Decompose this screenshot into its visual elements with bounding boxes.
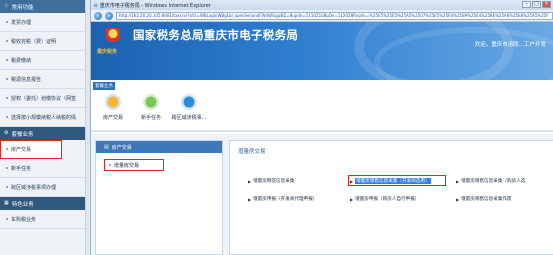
bullet-icon [6, 78, 8, 80]
bullet-icon [6, 186, 8, 188]
link-label: 增量房申报（开发商代理申报） [253, 197, 318, 202]
house-icon [105, 94, 121, 110]
bullet-icon [6, 167, 8, 169]
link-sales-collection-developer[interactable]: ▶ 增量房销售信息采集（开发商选用） [350, 178, 431, 184]
section-label: 常用功能 [11, 4, 34, 11]
item-label: 新手任务 [11, 165, 32, 172]
window-controls: – □ × [522, 1, 551, 8]
link-label: 增量房销售信息采集（购房人选 [461, 179, 526, 184]
section-package-business[interactable]: ⚙ 套餐业务 [0, 127, 85, 140]
triangle-right-icon: ▶ [456, 178, 460, 184]
sidebar-item-property-transaction[interactable]: 房产交易 [0, 140, 62, 159]
feature-newbie-tasks[interactable]: 新手任务 [133, 94, 169, 121]
link-declaration-developer[interactable]: ▶ 增量房申报（开发商代理申报） [248, 196, 318, 203]
sidebar-item-small-scale-taxpayer[interactable]: 选择按小规模纳税人纳税的情 [0, 108, 85, 127]
link-declaration-buyer[interactable]: ▶ 增量房申报（购房人自行申报） [350, 196, 420, 203]
back-icon[interactable]: ‹ [94, 11, 102, 20]
link-online-contract-collection[interactable]: ▶ 增量房网签信息采集 [248, 178, 295, 185]
triangle-right-icon: ▶ [248, 196, 252, 202]
item-label: 发票办理 [11, 19, 32, 26]
item-label: 税费缴纳 [11, 57, 32, 64]
close-icon[interactable]: × [542, 1, 551, 8]
package-feature-bar: 套餐业务 房产交易 新手任务 跨区域涉税事... [91, 80, 553, 132]
ie-logo-icon: e [94, 1, 98, 9]
bullet-icon [6, 97, 8, 99]
item-label: 增量房交易 [114, 162, 140, 169]
site-subtitle: 重庆税务 [97, 49, 118, 55]
item-label: 车购税业务 [11, 216, 37, 223]
window-titlebar[interactable]: e 重庆市电子税务局 - Windows Internet Explorer –… [91, 0, 553, 10]
sub-menu-panel: ▤ 房产交易 增量房交易 [95, 140, 223, 255]
link-sales-collection-buyer[interactable]: ▶ 增量房销售信息采集（购房人选 [456, 178, 526, 185]
section-label: 特色业务 [11, 201, 34, 208]
sidebar-item-tax-payment[interactable]: 税费缴纳 [0, 51, 85, 70]
maximize-icon[interactable]: □ [532, 1, 541, 8]
link-sales-collection-void[interactable]: ▶ 增量房销售信息采集作废 [456, 196, 512, 203]
minimize-icon[interactable]: – [522, 1, 531, 8]
address-bar-row: ‹ › http://162.20.20.105:8081/taxsrv/?sf… [91, 10, 553, 22]
content-area: ▤ 房产交易 增量房交易 增量房交易 ▶ 增量房网签信息采集 ▶ 增量房销售信息… [91, 134, 553, 255]
section-label: 套餐业务 [11, 131, 34, 138]
bullet-icon [6, 59, 8, 61]
sidebar-item-vehicle-tax[interactable]: 车购税业务 [0, 210, 85, 229]
sub-menu-header[interactable]: ▤ 房产交易 [96, 141, 222, 153]
item-label: 房产交易 [11, 146, 32, 153]
item-label: 税源信息报告 [11, 76, 42, 83]
sidebar-item-tax-source-report[interactable]: 税源信息报告 [0, 70, 85, 89]
address-input[interactable]: http://162.20.20.105:8081/taxsrv/?sfct=W… [116, 11, 553, 20]
site-banner: 重庆税务 国家税务总局重庆市电子税务局 欢迎，重庆市涪陵...工户开发 [91, 22, 553, 80]
grid-icon: ▤ [104, 144, 109, 150]
triangle-right-icon: ▶ [248, 178, 252, 184]
link-label: 增量房申报（购房人自行申报） [355, 197, 420, 202]
welcome-text[interactable]: 欢迎，重庆市涪陵...工户开发 [475, 40, 546, 48]
item-label: 跨区域涉税事项办理 [11, 184, 57, 191]
item-label: 授权（委托）划缴协议（网签 [11, 95, 77, 102]
gear-icon: ⚙ [4, 130, 9, 136]
sidebar-item-newbie-tasks[interactable]: 新手任务 [0, 159, 85, 178]
left-sidebar: ☆ 常用功能 发票办理 税收完税（费）证明 税费缴纳 税源信息报告 授权（委托）… [0, 0, 86, 255]
sidebar-item-debit-agreement[interactable]: 授权（委托）划缴协议（网签 [0, 89, 85, 108]
feature-cross-region[interactable]: 跨区域涉税事... [171, 94, 207, 121]
panel-title: 增量房交易 [238, 149, 266, 155]
main-panel: 增量房交易 ▶ 增量房网签信息采集 ▶ 增量房销售信息采集（开发商选用） ▶ 增… [229, 140, 553, 255]
triangle-right-icon: ▶ [350, 196, 354, 202]
feature-label: 房产交易 [102, 115, 123, 121]
sidebar-item-cross-region-tax[interactable]: 跨区域涉税事项办理 [0, 178, 85, 197]
section-special-business[interactable]: ▦ 特色业务 [0, 197, 85, 210]
grid-icon: ▦ [4, 200, 9, 206]
bullet-icon [109, 164, 111, 166]
feature-label: 新手任务 [140, 115, 161, 121]
feature-property-transaction[interactable]: 房产交易 [95, 94, 131, 121]
forward-icon[interactable]: › [105, 11, 113, 20]
refresh-icon [181, 94, 197, 110]
triangle-right-icon: ▶ [350, 178, 354, 184]
star-icon: ☆ [4, 3, 9, 9]
site-title: 国家税务总局重庆市电子税务局 [133, 28, 299, 42]
item-label: 选择按小规模纳税人纳税的情 [11, 114, 77, 121]
bullet-icon [6, 148, 8, 150]
browser-window: e 重庆市电子税务局 - Windows Internet Explorer –… [90, 0, 553, 255]
sub-menu-item-incremental-housing[interactable]: 增量房交易 [104, 159, 164, 171]
item-label: 税收完税（费）证明 [11, 38, 57, 45]
feature-label: 跨区域涉税事... [171, 115, 207, 121]
triangle-right-icon: ▶ [456, 196, 460, 202]
link-label: 增量房销售信息采集作废 [461, 197, 512, 202]
link-label: 增量房网签信息采集 [253, 179, 295, 184]
bullet-icon [6, 116, 8, 118]
sidebar-item-invoice[interactable]: 发票办理 [0, 13, 85, 32]
sidebar-item-tax-certificate[interactable]: 税收完税（费）证明 [0, 32, 85, 51]
section-common-functions[interactable]: ☆ 常用功能 [0, 0, 85, 13]
tax-emblem-icon [106, 28, 120, 44]
package-tag: 套餐业务 [93, 82, 115, 90]
bullet-icon [6, 40, 8, 42]
bullet-icon [6, 218, 8, 220]
window-title: 重庆市电子税务局 - Windows Internet Explorer [99, 2, 211, 9]
link-label: 增量房销售信息采集（开发商选用） [355, 178, 431, 184]
sub-menu-title: 房产交易 [111, 144, 132, 151]
sprout-icon [143, 94, 159, 110]
bullet-icon [6, 21, 8, 23]
